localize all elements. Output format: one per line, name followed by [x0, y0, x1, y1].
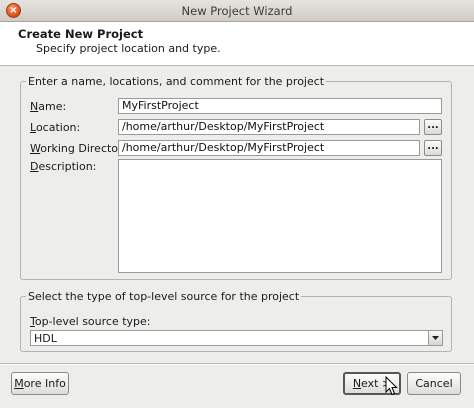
working-directory-browse-button[interactable]: ...	[424, 140, 442, 156]
location-label: Location:	[30, 121, 81, 134]
name-label: Name:	[30, 100, 67, 113]
source-type-select[interactable]: HDL	[30, 330, 443, 346]
working-directory-input[interactable]: /home/arthur/Desktop/MyFirstProject	[118, 140, 420, 156]
footer-separator	[0, 363, 474, 365]
working-directory-label: Working Directory:	[30, 142, 132, 155]
description-textarea[interactable]	[118, 159, 442, 273]
project-name-input[interactable]: MyFirstProject	[118, 98, 442, 114]
source-type-value: HDL	[34, 332, 57, 345]
page-subtitle: Specify project location and type.	[36, 42, 221, 55]
source-type-label: Top-level source type:	[30, 315, 151, 328]
project-details-legend: Enter a name, locations, and comment for…	[28, 75, 325, 88]
cancel-button[interactable]: Cancel	[407, 372, 461, 395]
mouse-pointer-icon	[385, 376, 398, 396]
window-title: New Project Wizard	[181, 4, 293, 18]
title-bar: × New Project Wizard	[0, 0, 474, 22]
source-type-legend: Select the type of top-level source for …	[28, 290, 300, 303]
chevron-down-icon[interactable]	[428, 331, 442, 345]
wizard-header: Create New Project Specify project locat…	[0, 22, 474, 66]
more-info-button[interactable]: More Info	[11, 372, 69, 395]
location-browse-button[interactable]: ...	[424, 119, 442, 135]
location-input[interactable]: /home/arthur/Desktop/MyFirstProject	[118, 119, 420, 135]
description-label: Description:	[30, 160, 97, 173]
page-title: Create New Project	[18, 27, 144, 41]
